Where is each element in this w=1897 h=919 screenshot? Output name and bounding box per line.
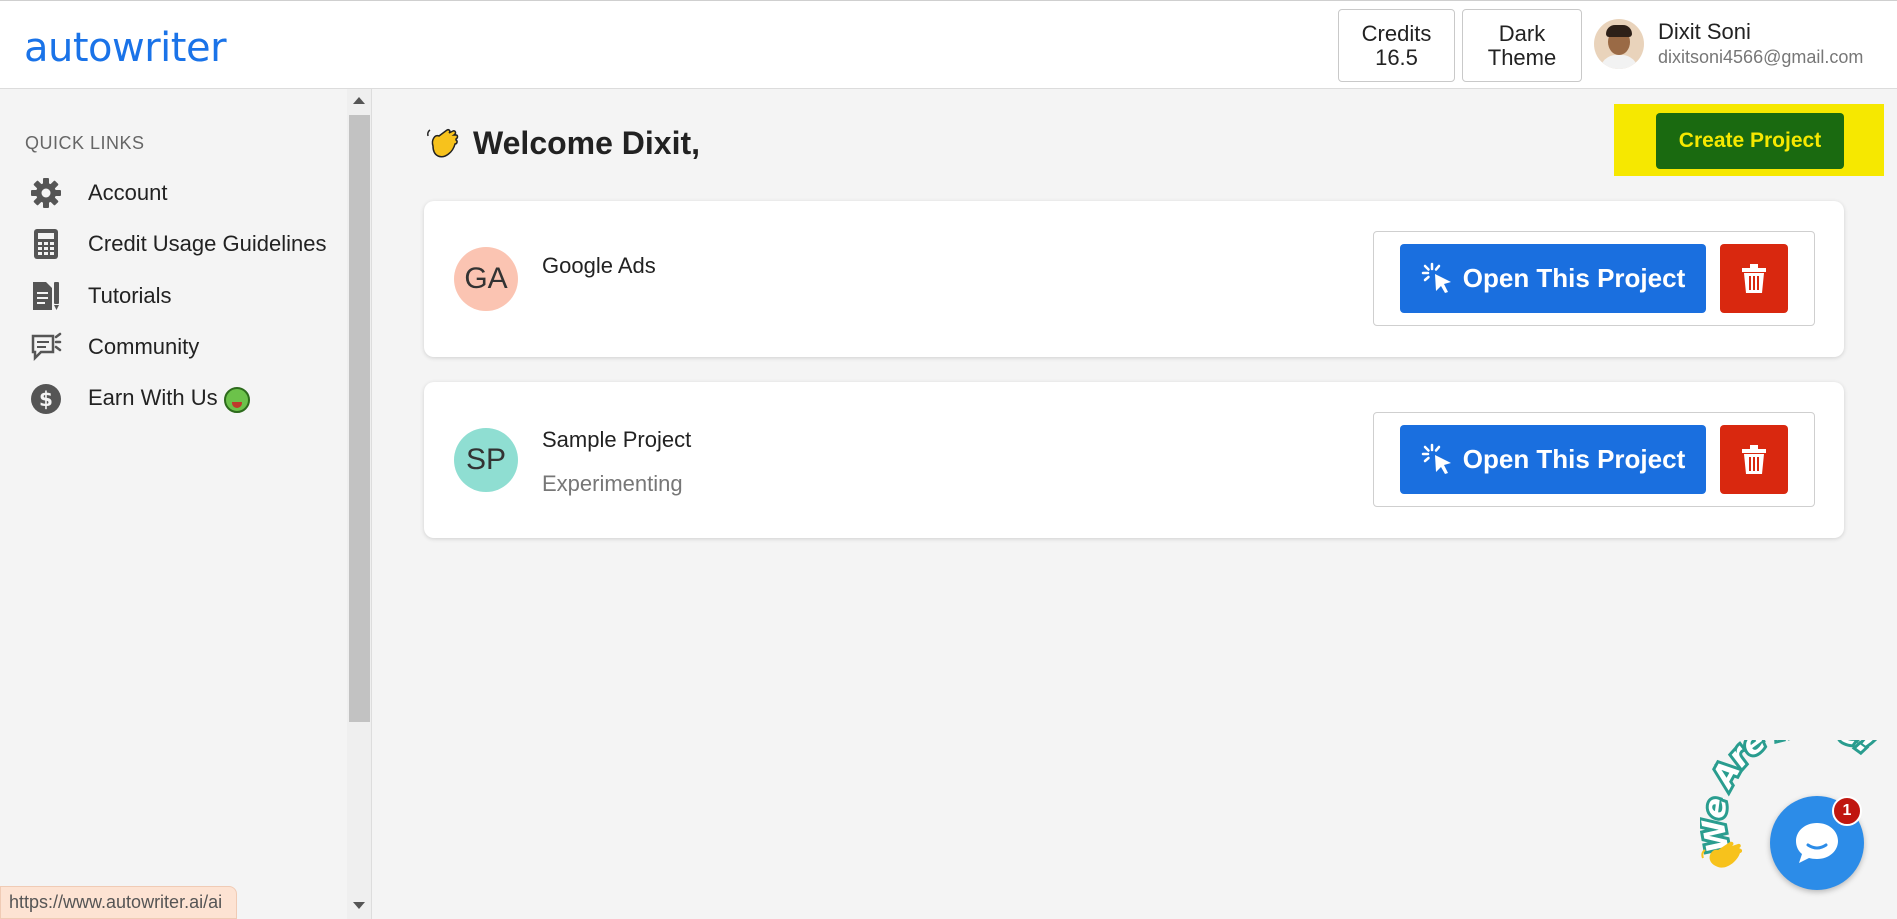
scrollbar-thumb[interactable] [349,115,370,722]
top-header: autowriter Credits 16.5 Dark Theme Dixit… [0,0,1897,89]
welcome-heading: Welcome Dixit, [425,125,700,162]
project-actions: Open This Project [1373,231,1815,326]
chat-bubble-icon [1796,823,1838,863]
status-url-tooltip: https://www.autowriter.ai/ai [0,886,238,919]
sidebar: QUICK LINKS Account Credit Usage Guideli… [0,89,347,919]
sidebar-item-label: Credit Usage Guidelines [88,231,327,256]
user-email: dixitsoni4566@gmail.com [1658,47,1864,67]
trash-icon [1742,263,1766,293]
project-name: Google Ads [542,253,656,278]
delete-project-button[interactable] [1720,244,1788,313]
sidebar-item-label: Community [88,334,200,359]
money-face-icon [223,386,250,413]
cursor-click-icon [1421,262,1451,293]
sidebar-item-credit-usage[interactable]: Credit Usage Guidelines [28,224,326,264]
calculator-icon [28,226,64,262]
user-name: Dixit Soni [1658,19,1751,44]
gear-icon [28,175,64,211]
trash-icon [1742,444,1766,474]
open-project-button[interactable]: Open This Project [1400,425,1706,494]
delete-project-button[interactable] [1720,425,1788,494]
app-logo[interactable]: autowriter [24,25,227,71]
sidebar-item-label: Account [88,180,168,205]
sidebar-item-community[interactable]: Community [28,327,199,367]
dark-theme-button[interactable]: Dark Theme [1462,9,1582,82]
project-avatar: SP [454,428,518,492]
dollar-icon: $ [28,381,64,417]
sidebar-item-account[interactable]: Account [28,173,168,213]
waving-hand-icon [1701,841,1743,868]
document-icon [28,278,64,314]
scroll-down-arrow[interactable] [353,902,365,909]
project-avatar: GA [454,247,518,311]
scroll-up-arrow[interactable] [353,97,365,104]
welcome-text: Welcome Dixit, [473,125,701,161]
project-description: Experimenting [542,471,683,496]
sidebar-item-tutorials[interactable]: Tutorials [28,276,172,316]
credits-value: 16.5 [1375,44,1418,70]
create-project-button[interactable]: Create Project [1656,113,1844,169]
sidebar-item-label: Tutorials [88,283,172,308]
credits-label: Credits [1361,20,1432,46]
open-project-label: Open This Project [1462,444,1686,474]
theme-label-line1: Dark [1498,20,1546,46]
project-card: SP Sample Project Experimenting Open Thi… [424,382,1844,538]
theme-label-line2: Theme [1487,44,1557,70]
open-project-label: Open This Project [1462,263,1686,293]
waving-hand-icon [427,128,459,157]
project-card: GA Google Ads Open This Project [424,201,1844,357]
cursor-click-icon [1421,443,1451,474]
avatar[interactable] [1594,19,1644,69]
project-name: Sample Project [542,427,692,452]
svg-text:$: $ [39,387,53,411]
credits-button[interactable]: Credits 16.5 [1338,9,1455,82]
sidebar-item-label: Earn With Us [88,385,250,413]
open-project-button[interactable]: Open This Project [1400,244,1706,313]
project-actions: Open This Project [1373,412,1815,507]
quick-links-title: QUICK LINKS [25,133,145,153]
user-profile[interactable]: Dixit Soni dixitsoni4566@gmail.com [1594,19,1863,69]
notification-badge: 1 [1832,796,1862,826]
chat-icon [28,329,64,365]
sidebar-item-earn[interactable]: $ Earn With Us [28,379,250,419]
